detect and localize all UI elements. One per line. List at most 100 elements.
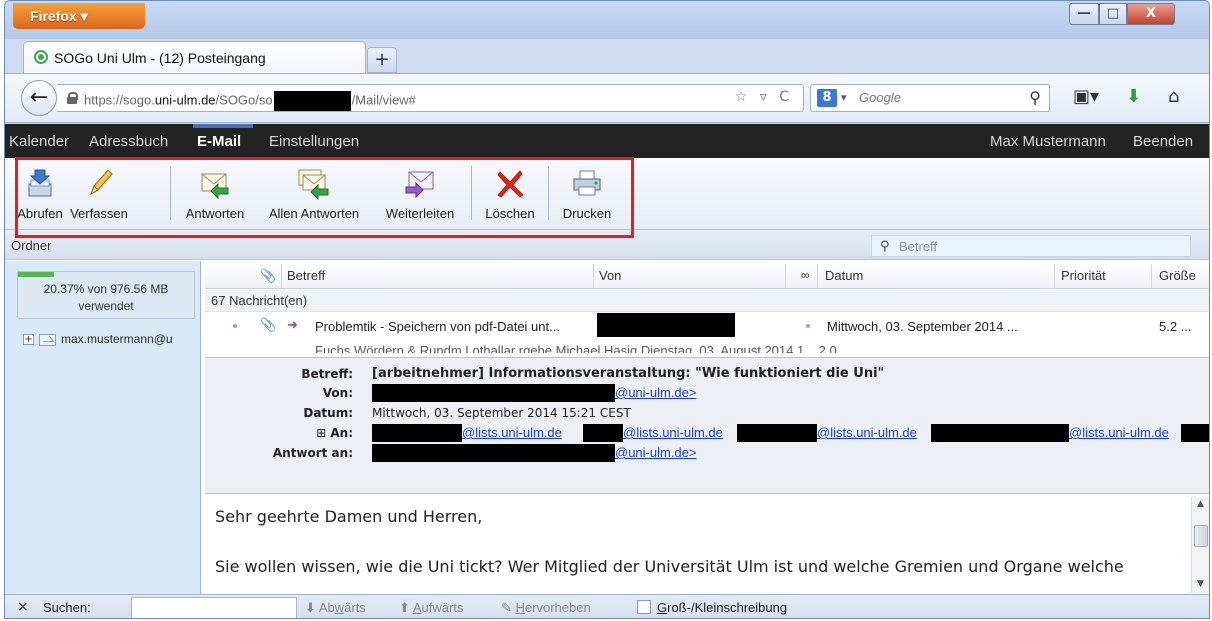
find-label: Suchen:	[43, 600, 91, 615]
date-label: Datum:	[303, 406, 353, 420]
message-list: 📎 Betreff Von ∞ Datum Priorität Größe 67…	[205, 261, 1209, 357]
folders-header: Ordner	[11, 238, 52, 253]
from-label: Von:	[322, 386, 353, 400]
body-line: Sehr geehrte Damen und Herren,	[215, 507, 483, 526]
bookmarks-menu-icon[interactable]: ▣▾	[1073, 86, 1099, 107]
from-address-link[interactable]: @uni-ulm.de>	[615, 385, 697, 400]
scroll-up-icon[interactable]: ▲	[1192, 499, 1209, 509]
find-previous-button[interactable]: ⬆ Aufwärts	[399, 600, 463, 616]
maximize-icon: □	[1106, 6, 1120, 21]
home-icon[interactable]: ⌂	[1168, 86, 1179, 107]
filter-placeholder: Betreff	[899, 239, 938, 254]
menu-kalender[interactable]: Kalender	[9, 133, 69, 150]
column-subject[interactable]: Betreff	[287, 268, 325, 283]
download-icon[interactable]: ⬇	[1126, 86, 1141, 107]
redacted-block	[737, 424, 817, 442]
menu-adressbuch[interactable]: Adressbuch	[89, 133, 168, 150]
close-icon: X	[1145, 6, 1157, 21]
find-bar: × Suchen: ⬇ Abwärts ⬆ Aufwärts ✎ Hervorh…	[5, 594, 1209, 618]
attachment-column-icon[interactable]: 📎	[260, 268, 276, 284]
minimize-button[interactable]: —	[1069, 3, 1099, 25]
to-address-link[interactable]: @lists.uni-ulm.de	[623, 425, 723, 440]
highlight-pen-icon: ✎	[501, 600, 512, 615]
bookmark-reload-controls[interactable]: ☆ ▿ C	[735, 89, 793, 105]
url-bar[interactable]: https://sogo.uni-ulm.de/SOGo/so/Mail/vie…	[57, 84, 804, 112]
search-placeholder: Google	[859, 90, 901, 105]
scroll-down-icon[interactable]: ▼	[1192, 579, 1209, 589]
reply-to-address-link[interactable]: @uni-ulm.de>	[615, 445, 697, 460]
row-date: Mittwoch, 03. September 2014 ...	[827, 319, 1018, 334]
reply-to-label: Antwort an:	[272, 446, 353, 460]
close-window-button[interactable]: X	[1127, 3, 1175, 25]
column-size[interactable]: Größe	[1159, 268, 1196, 283]
flag-arrow-icon: ➜	[287, 317, 298, 332]
redacted-block	[372, 384, 615, 402]
scroll-thumb[interactable]	[1194, 525, 1208, 547]
column-separator	[281, 264, 282, 288]
message-count: 67 Nachricht(en)	[211, 293, 308, 308]
logout-link[interactable]: Beenden	[1133, 133, 1193, 150]
toolbar-highlight-box	[15, 157, 634, 238]
date-value: Mittwoch, 03. September 2014 15:21 CEST	[372, 406, 631, 420]
thread-column-icon[interactable]: ∞	[801, 268, 810, 282]
close-findbar-icon[interactable]: ×	[17, 599, 29, 615]
message-header: Betreff: [arbeitnehmer] Informationsvera…	[205, 357, 1209, 494]
row-size: 5.2 ...	[1159, 319, 1192, 334]
to-address-link[interactable]: @lists.uni-ulm.de	[1069, 425, 1169, 440]
redacted-block	[372, 424, 462, 442]
quota-indicator: 20.37% von 976.56 MB verwendet	[17, 271, 195, 319]
google-engine-icon[interactable]: 8	[817, 89, 837, 107]
title-bar: Firefox ▾ — □ X	[5, 1, 1209, 39]
tab-sogo[interactable]: SOGo Uni Ulm - (12) Posteingang	[23, 41, 366, 73]
search-engine-caret[interactable]: ▾	[841, 91, 847, 104]
menu-einstellungen[interactable]: Einstellungen	[269, 133, 359, 150]
folder-account[interactable]: + max.mustermann@u	[23, 331, 201, 349]
user-name: Max Mustermann	[990, 133, 1106, 150]
back-arrow-icon: ←	[29, 85, 49, 110]
up-arrow-icon: ⬆	[399, 600, 410, 615]
to-address-link[interactable]: @lists.uni-ulm.de	[817, 425, 917, 440]
search-bar[interactable]: 8 ▾ Google ⚲	[810, 84, 1050, 112]
column-separator	[1054, 264, 1055, 288]
column-separator	[817, 264, 818, 288]
back-button[interactable]: ←	[21, 80, 57, 116]
column-separator	[593, 264, 594, 288]
highlight-all-button[interactable]: ✎ Hervorheben	[501, 600, 591, 616]
lock-icon	[67, 92, 78, 104]
menu-email[interactable]: E-Mail	[197, 133, 241, 150]
list-header: 📎 Betreff Von ∞ Datum Priorität Größe	[205, 261, 1209, 289]
redacted-block	[597, 313, 735, 337]
new-tab-button[interactable]: +	[367, 47, 397, 73]
redacted-block	[931, 424, 1069, 442]
message-count-row: 67 Nachricht(en)	[205, 290, 1209, 312]
column-separator	[785, 264, 786, 288]
column-date[interactable]: Datum	[825, 268, 863, 283]
column-from[interactable]: Von	[599, 268, 621, 283]
search-icon[interactable]: ⚲	[880, 239, 890, 254]
row-partial-text: Fuchs Wördern & Rundm Lothallar rgebe Mi…	[315, 343, 852, 353]
expand-recipients-icon[interactable]: ⊞	[316, 426, 326, 440]
redacted-block	[583, 424, 623, 442]
quota-text: 20.37% von 976.56 MB verwendet	[43, 282, 169, 313]
find-next-button[interactable]: ⬇ Abwärts	[305, 600, 366, 616]
match-case-label[interactable]: Groß-/Kleinschreibung	[657, 600, 787, 615]
redacted-block	[372, 444, 615, 462]
search-icon[interactable]: ⚲	[1029, 88, 1041, 107]
subject-value: [arbeitnehmer] Informationsveranstaltung…	[372, 366, 885, 381]
to-address-link[interactable]: @lists.uni-ulm.de	[462, 425, 562, 440]
firefox-menu-button[interactable]: Firefox ▾	[13, 3, 145, 29]
unread-dot-icon	[233, 324, 237, 328]
column-priority[interactable]: Priorität	[1061, 268, 1106, 283]
subject-filter-field[interactable]: ⚲ Betreff	[871, 235, 1191, 257]
table-row[interactable]: 📎 ➜ Problemtik - Speichern von pdf-Datei…	[205, 313, 1209, 339]
table-row[interactable]: Fuchs Wördern & Rundm Lothallar rgebe Mi…	[205, 341, 1209, 353]
navigation-bar: ← https://sogo.uni-ulm.de/SOGo/so/Mail/v…	[5, 73, 1209, 123]
sogo-favicon-icon	[34, 50, 48, 64]
mailbox-icon	[39, 334, 56, 346]
body-scrollbar[interactable]: ▲ ▼	[1191, 497, 1209, 593]
maximize-button[interactable]: □	[1099, 3, 1127, 25]
expand-icon[interactable]: +	[23, 334, 34, 345]
find-input[interactable]	[131, 597, 297, 618]
browser-window: Firefox ▾ — □ X SOGo Uni Ulm - (12) Post…	[4, 0, 1210, 619]
match-case-checkbox[interactable]	[637, 600, 651, 614]
